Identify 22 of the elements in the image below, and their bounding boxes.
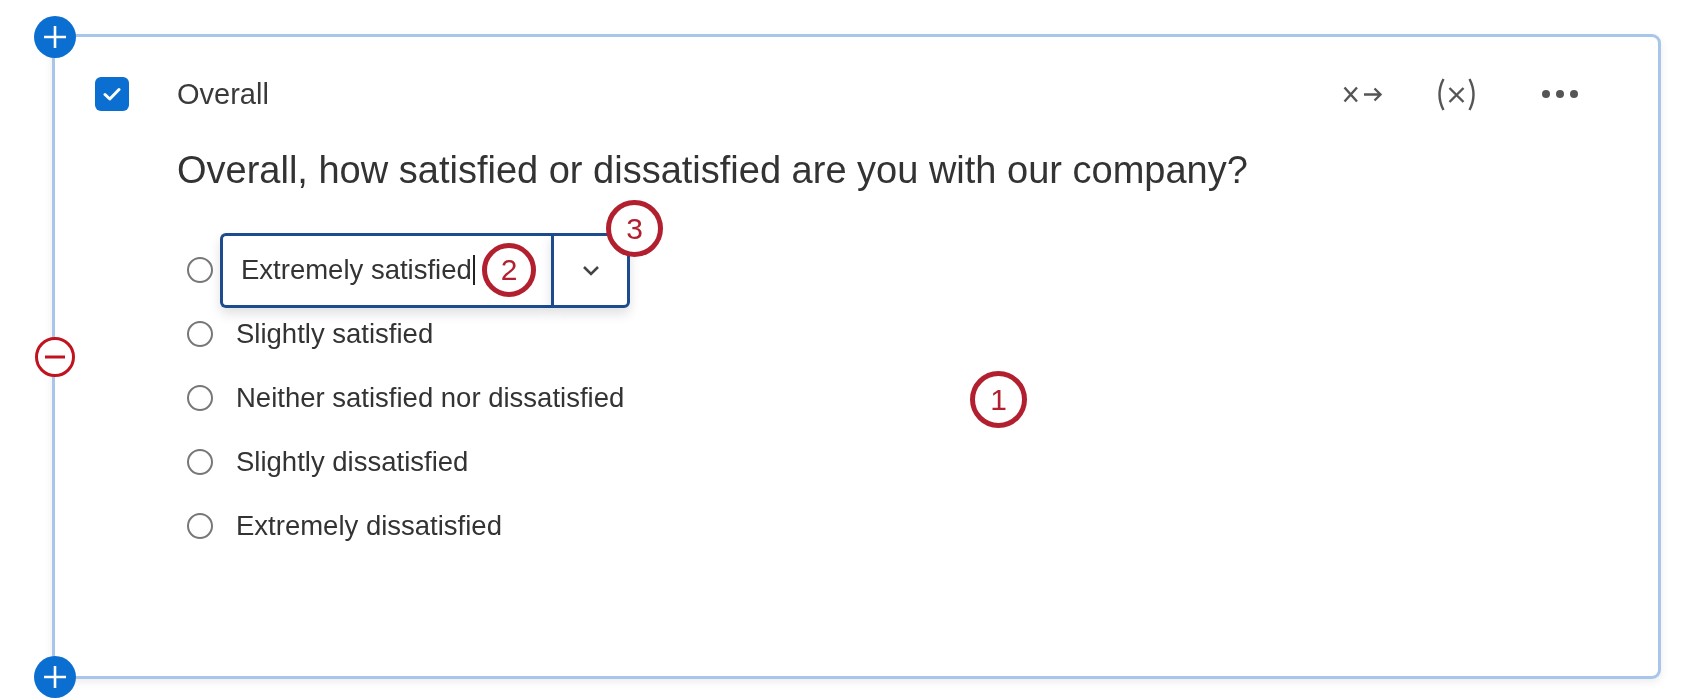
step-callout: 3: [606, 200, 663, 257]
radio-button[interactable]: [187, 321, 213, 347]
option-label: Slightly dissatisfied: [236, 446, 469, 478]
option-label: Neither satisfied nor dissatisfied: [236, 382, 625, 414]
option-label: Slightly satisfied: [236, 318, 434, 350]
radio-button[interactable]: [187, 385, 213, 411]
plus-icon[interactable]: [34, 16, 76, 58]
question-text: Overall, how satisfied or dissatisfied are you with our company?: [177, 148, 1249, 193]
more-options-icon[interactable]: [1542, 90, 1578, 98]
chevron-down-icon: [581, 264, 600, 276]
step-callout: 1: [970, 371, 1027, 428]
x-arrow-icon[interactable]: [1343, 85, 1383, 103]
radio-button[interactable]: [187, 257, 213, 283]
plus-icon[interactable]: [34, 656, 76, 698]
checkmark-icon: [103, 87, 121, 101]
option-label: Extremely dissatisfied: [236, 510, 502, 542]
x-in-parentheses-icon[interactable]: [1435, 77, 1478, 111]
question-checkbox[interactable]: [95, 77, 129, 111]
radio-button[interactable]: [187, 513, 213, 539]
question-label: Overall: [177, 77, 270, 111]
minus-icon[interactable]: [35, 337, 75, 377]
radio-button[interactable]: [187, 449, 213, 475]
